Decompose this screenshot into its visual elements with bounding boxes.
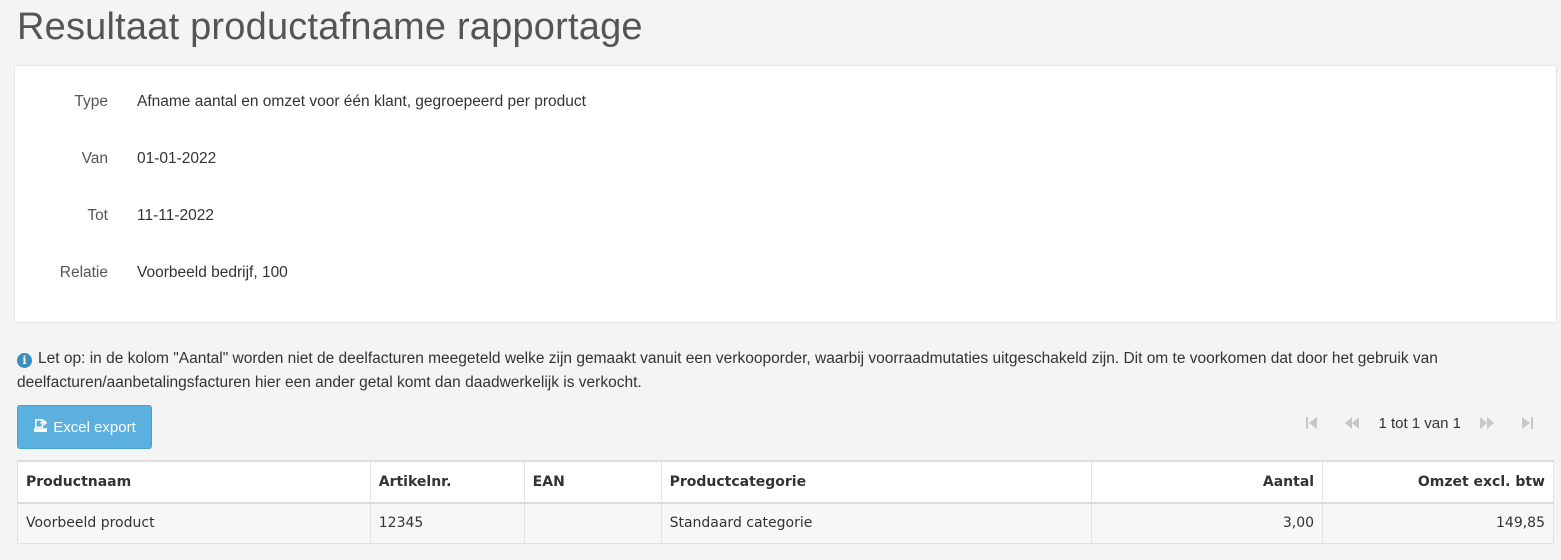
cell-revenue: 149,85: [1322, 502, 1554, 544]
pagination-text: 1 tot 1 van 1: [1378, 414, 1461, 432]
notice-message: i Let op: in de kolom "Aantal" worden nie…: [17, 347, 1547, 395]
cell-ean: [523, 502, 662, 544]
info-icon: i: [17, 353, 32, 368]
summary-row-from: Van 01-01-2022: [15, 150, 1556, 170]
page: Resultaat productafname rapportage Type …: [0, 0, 1561, 560]
last-page-icon[interactable]: [1519, 415, 1535, 431]
notice-text: Let op: in de kolom "Aantal" worden niet…: [17, 350, 1438, 391]
column-header-quantity[interactable]: Aantal: [1091, 460, 1324, 504]
column-header-product-category[interactable]: Productcategorie: [660, 460, 1093, 504]
type-value: Afname aantal en omzet voor één klant, g…: [137, 93, 586, 110]
first-page-icon[interactable]: [1304, 415, 1320, 431]
column-header-ean[interactable]: EAN: [523, 460, 662, 504]
results-table: Productnaam Artikelnr. EAN Productcatego…: [17, 460, 1554, 544]
summary-row-relation: Relatie Voorbeeld bedrijf, 100: [15, 264, 1556, 284]
cell-productname: Voorbeeld product: [17, 502, 371, 544]
from-value: 01-01-2022: [137, 150, 217, 167]
relation-value: Voorbeeld bedrijf, 100: [137, 264, 288, 281]
page-title: Resultaat productafname rapportage: [17, 6, 643, 48]
to-value: 11-11-2022: [137, 207, 214, 224]
column-header-revenue[interactable]: Omzet excl. btw: [1322, 460, 1554, 504]
table-row: Voorbeeld product 12345 Standaard catego…: [17, 502, 1554, 544]
cell-product-category: Standaard categorie: [660, 502, 1093, 544]
summary-row-type: Type Afname aantal en omzet voor één kla…: [15, 93, 1556, 113]
to-label: Tot: [87, 207, 108, 224]
table-header-row: Productnaam Artikelnr. EAN Productcatego…: [17, 460, 1554, 504]
report-summary-panel: Type Afname aantal en omzet voor één kla…: [14, 65, 1557, 323]
column-header-article-number[interactable]: Artikelnr.: [369, 460, 525, 504]
cell-quantity: 3,00: [1091, 502, 1324, 544]
excel-export-button[interactable]: Excel export: [17, 405, 152, 449]
previous-page-icon[interactable]: [1344, 415, 1360, 431]
excel-export-icon: [33, 418, 48, 437]
cell-article-number: 12345: [369, 502, 525, 544]
excel-export-label: Excel export: [53, 418, 136, 436]
summary-row-to: Tot 11-11-2022: [15, 207, 1556, 227]
column-header-productname[interactable]: Productnaam: [17, 460, 371, 504]
next-page-icon[interactable]: [1479, 415, 1495, 431]
pagination: 1 tot 1 van 1: [1292, 412, 1547, 434]
type-label: Type: [74, 93, 108, 110]
relation-label: Relatie: [59, 264, 108, 281]
from-label: Van: [81, 150, 108, 167]
